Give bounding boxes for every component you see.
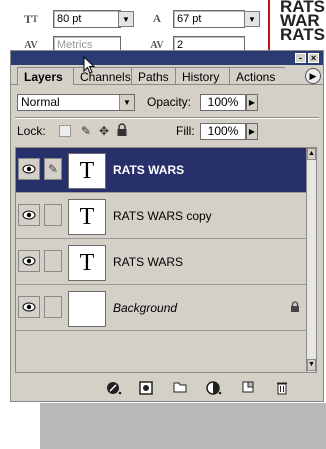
opacity-slider-button[interactable]: ▶ (246, 94, 258, 111)
lock-icon[interactable] (115, 123, 129, 137)
canvas-edge (268, 0, 270, 50)
eye-icon[interactable] (18, 296, 40, 318)
layers-footer (11, 377, 323, 401)
layers-list: ✎ T RATS WARS T RATS WARS copy T RATS WA… (15, 147, 317, 373)
move-icon[interactable]: ✥ (97, 124, 111, 138)
leading-dropdown[interactable]: ▼ (244, 11, 260, 27)
text-layer-thumbnail: T (68, 153, 106, 189)
link-slot[interactable] (44, 204, 62, 226)
layer-name[interactable]: Background (113, 286, 177, 331)
opacity-label: Opacity: (147, 95, 192, 109)
close-button[interactable]: × (308, 53, 319, 63)
blend-mode-value: Normal (21, 95, 60, 109)
palette-titlebar[interactable]: - × (11, 51, 323, 65)
tab-channels[interactable]: Channels (73, 67, 131, 85)
new-layer-icon[interactable] (239, 381, 257, 397)
layers-palette: - × Layers Channels Paths History Action… (10, 50, 324, 402)
palette-menu-icon[interactable]: ▶ (305, 68, 321, 84)
blend-row: Normal ▼ Opacity: 100% ▶ (11, 93, 323, 113)
background-layer-thumbnail (68, 291, 106, 327)
tab-paths[interactable]: Paths (131, 67, 175, 85)
leading-field[interactable]: 67 pt (173, 10, 245, 28)
tab-actions[interactable]: Actions (229, 67, 285, 85)
palette-tabs: Layers Channels Paths History Actions ▶ (11, 65, 323, 86)
font-size-field[interactable]: 80 pt (53, 10, 121, 28)
folder-icon[interactable] (171, 381, 189, 397)
fill-field[interactable]: 100% (200, 123, 246, 140)
adjustment-icon[interactable] (205, 381, 223, 397)
eye-icon[interactable] (18, 158, 40, 180)
text-preview: RATS WAR RATS (280, 0, 326, 44)
lock-label: Lock: (17, 124, 46, 138)
fill-slider-button[interactable]: ▶ (246, 123, 258, 140)
scrollbar[interactable]: ▲ ▼ (306, 148, 316, 372)
text-layer-thumbnail: T (68, 199, 106, 235)
layer-row[interactable]: T RATS WARS copy (16, 194, 308, 239)
scroll-down-button[interactable]: ▼ (307, 359, 316, 371)
eye-icon[interactable] (18, 250, 40, 272)
scroll-up-button[interactable]: ▲ (307, 148, 316, 160)
minimize-button[interactable]: - (295, 53, 306, 63)
font-size-dropdown[interactable]: ▼ (118, 11, 134, 27)
fill-label: Fill: (176, 124, 195, 138)
layer-name[interactable]: RATS WARS (113, 148, 184, 193)
lock-icon (290, 301, 302, 313)
lock-transparency-icon[interactable] (59, 125, 71, 137)
tab-history[interactable]: History (175, 67, 229, 85)
layer-name[interactable]: RATS WARS copy (113, 194, 212, 239)
trash-icon[interactable] (273, 381, 291, 397)
tab-layers[interactable]: Layers (17, 67, 73, 86)
layer-row[interactable]: T RATS WARS (16, 240, 308, 285)
leading-icon: A (153, 13, 161, 25)
link-slot[interactable] (44, 296, 62, 318)
text-layer-thumbnail: T (68, 245, 106, 281)
opacity-field[interactable]: 100% (200, 94, 246, 111)
eye-icon[interactable] (18, 204, 40, 226)
layer-name[interactable]: RATS WARS (113, 240, 183, 285)
divider (15, 117, 319, 119)
link-slot[interactable] (44, 250, 62, 272)
mask-icon[interactable] (137, 381, 155, 397)
brush-icon[interactable]: ✎ (44, 158, 62, 180)
mouse-cursor-icon (83, 56, 95, 74)
blend-mode-select[interactable]: Normal ▼ (17, 94, 135, 111)
layer-style-icon[interactable] (105, 381, 123, 397)
brush-icon[interactable]: ✎ (79, 124, 93, 138)
font-size-icon: TT (23, 11, 39, 26)
chevron-down-icon[interactable]: ▼ (119, 95, 134, 110)
workspace-background (40, 403, 326, 449)
layer-row[interactable]: Background (16, 286, 308, 331)
layer-row[interactable]: ✎ T RATS WARS (16, 148, 308, 193)
